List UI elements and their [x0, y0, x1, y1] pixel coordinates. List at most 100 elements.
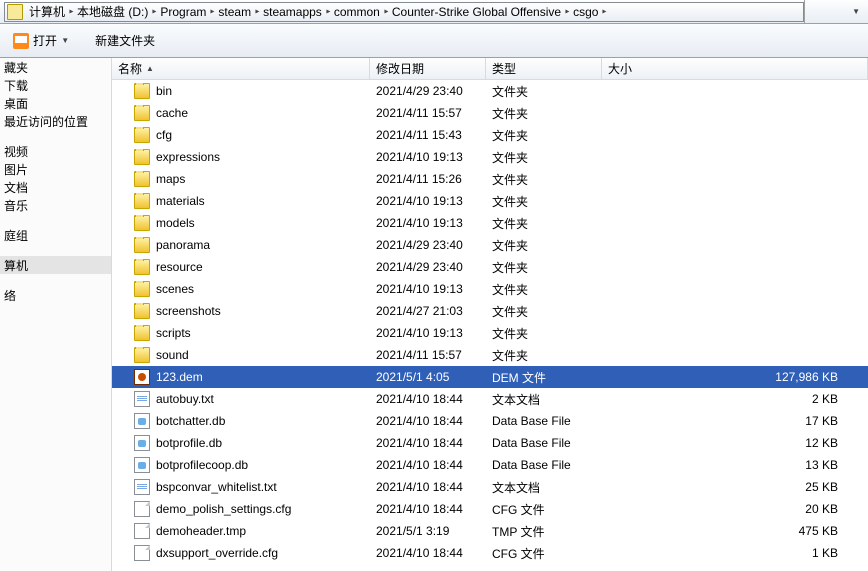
- file-type: 文件夹: [486, 127, 602, 144]
- file-name: dxsupport_override.cfg: [156, 546, 278, 560]
- sidebar-item[interactable]: 藏夹: [0, 58, 111, 76]
- file-type: 文件夹: [486, 303, 602, 320]
- file-row[interactable]: botprofilecoop.db2021/4/10 18:44Data Bas…: [112, 454, 868, 476]
- file-type: CFG 文件: [486, 501, 602, 518]
- file-date: 2021/4/11 15:26: [370, 172, 486, 186]
- chevron-right-icon[interactable]: ▾: [208, 7, 217, 15]
- file-name: bin: [156, 84, 172, 98]
- chevron-right-icon[interactable]: ▾: [150, 7, 159, 15]
- sidebar-item[interactable]: 图片: [0, 160, 111, 178]
- file-row[interactable]: panorama2021/4/29 23:40文件夹: [112, 234, 868, 256]
- open-icon: [13, 33, 29, 49]
- file-date: 2021/4/10 19:13: [370, 282, 486, 296]
- sidebar-item[interactable]: 音乐: [0, 196, 111, 214]
- column-header-type[interactable]: 类型: [486, 58, 602, 79]
- file-row[interactable]: botchatter.db2021/4/10 18:44Data Base Fi…: [112, 410, 868, 432]
- sidebar: 藏夹下载桌面最近访问的位置 视频图片文档音乐 庭组 算机 络: [0, 58, 112, 571]
- sidebar-item[interactable]: 下载: [0, 76, 111, 94]
- file-row[interactable]: cache2021/4/11 15:57文件夹: [112, 102, 868, 124]
- file-size: 13 KB: [602, 458, 858, 472]
- file-row[interactable]: sound2021/4/11 15:57文件夹: [112, 344, 868, 366]
- file-row[interactable]: models2021/4/10 19:13文件夹: [112, 212, 868, 234]
- file-row[interactable]: dxsupport_override.cfg2021/4/10 18:44CFG…: [112, 542, 868, 564]
- file-type: 文件夹: [486, 193, 602, 210]
- new-folder-button[interactable]: 新建文件夹: [88, 29, 162, 53]
- folder-icon: [134, 193, 150, 209]
- file-row[interactable]: bspconvar_whitelist.txt2021/4/10 18:44文本…: [112, 476, 868, 498]
- file-row[interactable]: materials2021/4/10 19:13文件夹: [112, 190, 868, 212]
- sidebar-item-label: 视频: [4, 143, 28, 160]
- file-row[interactable]: resource2021/4/29 23:40文件夹: [112, 256, 868, 278]
- file-type: TMP 文件: [486, 523, 602, 540]
- breadcrumb-item[interactable]: csgo: [571, 3, 600, 21]
- file-size: 25 KB: [602, 480, 858, 494]
- file-row[interactable]: bin2021/4/29 23:40文件夹: [112, 80, 868, 102]
- chevron-right-icon[interactable]: ▾: [253, 7, 262, 15]
- file-row[interactable]: scenes2021/4/10 19:13文件夹: [112, 278, 868, 300]
- file-name: panorama: [156, 238, 210, 252]
- drive-icon: [7, 4, 23, 20]
- sort-asc-icon: ▲: [146, 64, 154, 73]
- breadcrumb-item[interactable]: Counter-Strike Global Offensive: [390, 3, 563, 21]
- address-box[interactable]: 计算机▾本地磁盘 (D:)▾Program▾steam▾steamapps▾co…: [4, 2, 804, 22]
- file-name: screenshots: [156, 304, 221, 318]
- breadcrumb-item[interactable]: steam: [216, 3, 253, 21]
- open-button[interactable]: 打开 ▼: [6, 29, 78, 53]
- file-row[interactable]: expressions2021/4/10 19:13文件夹: [112, 146, 868, 168]
- file-row[interactable]: cfg 2021/4/11 15:43文件夹: [112, 124, 868, 146]
- file-row[interactable]: autobuy.txt2021/4/10 18:44文本文档2 KB: [112, 388, 868, 410]
- sidebar-item[interactable]: 庭组: [0, 226, 111, 244]
- sidebar-item-label: 庭组: [4, 227, 28, 244]
- sidebar-item-label: 文档: [4, 179, 28, 196]
- file-date: 2021/4/10 19:13: [370, 216, 486, 230]
- file-row[interactable]: demo_polish_settings.cfg2021/4/10 18:44C…: [112, 498, 868, 520]
- file-row[interactable]: 123.dem2021/5/1 4:05DEM 文件127,986 KB: [112, 366, 868, 388]
- sidebar-item[interactable]: 算机: [0, 256, 111, 274]
- breadcrumb-item[interactable]: steamapps: [261, 3, 324, 21]
- dropdown-icon[interactable]: ▼: [852, 7, 860, 16]
- file-row[interactable]: screenshots2021/4/27 21:03文件夹: [112, 300, 868, 322]
- column-header-name[interactable]: 名称 ▲: [112, 58, 370, 79]
- file-row[interactable]: botprofile.db2021/4/10 18:44Data Base Fi…: [112, 432, 868, 454]
- folder-icon: [134, 127, 150, 143]
- chevron-right-icon[interactable]: ▾: [381, 7, 390, 15]
- sidebar-item-label: 络: [4, 287, 16, 304]
- file-date: 2021/4/10 18:44: [370, 436, 486, 450]
- file-list[interactable]: bin2021/4/29 23:40文件夹cache2021/4/11 15:5…: [112, 80, 868, 571]
- breadcrumb-item[interactable]: 计算机: [27, 3, 67, 21]
- chevron-right-icon[interactable]: ▾: [67, 7, 76, 15]
- chevron-right-icon[interactable]: ▾: [323, 7, 332, 15]
- sidebar-item[interactable]: 桌面: [0, 94, 111, 112]
- breadcrumb-item[interactable]: Program: [158, 3, 208, 21]
- file-row[interactable]: maps2021/4/11 15:26文件夹: [112, 168, 868, 190]
- file-size: 475 KB: [602, 524, 858, 538]
- content: 名称 ▲ 修改日期 类型 大小 bin2021/4/29 23:40文件夹cac…: [112, 58, 868, 571]
- file-name: cfg: [156, 128, 172, 142]
- file-date: 2021/4/11 15:43: [370, 128, 486, 142]
- sidebar-item[interactable]: 文档: [0, 178, 111, 196]
- file-date: 2021/4/10 18:44: [370, 458, 486, 472]
- file-name: botchatter.db: [156, 414, 225, 428]
- sidebar-item[interactable]: 最近访问的位置: [0, 112, 111, 130]
- column-header-date[interactable]: 修改日期: [370, 58, 486, 79]
- chevron-right-icon[interactable]: ▾: [600, 7, 609, 15]
- breadcrumb-item[interactable]: common: [332, 3, 382, 21]
- file-row[interactable]: demoheader.tmp2021/5/1 3:19TMP 文件475 KB: [112, 520, 868, 542]
- sidebar-item[interactable]: 络: [0, 286, 111, 304]
- sidebar-item-label: 图片: [4, 161, 28, 178]
- sidebar-item[interactable]: 视频: [0, 142, 111, 160]
- chevron-right-icon[interactable]: ▾: [563, 7, 572, 15]
- column-header-size[interactable]: 大小: [602, 58, 868, 79]
- db-icon: [134, 413, 150, 429]
- breadcrumb-item[interactable]: 本地磁盘 (D:): [75, 3, 150, 21]
- file-size: 17 KB: [602, 414, 858, 428]
- folder-icon: [134, 237, 150, 253]
- file-size: 127,986 KB: [602, 370, 858, 384]
- file-type: Data Base File: [486, 458, 602, 472]
- file-type: 文件夹: [486, 105, 602, 122]
- file-type: 文本文档: [486, 479, 602, 496]
- file-row[interactable]: scripts2021/4/10 19:13文件夹: [112, 322, 868, 344]
- file-type: 文件夹: [486, 149, 602, 166]
- new-folder-label: 新建文件夹: [95, 32, 155, 49]
- file-date: 2021/4/29 23:40: [370, 260, 486, 274]
